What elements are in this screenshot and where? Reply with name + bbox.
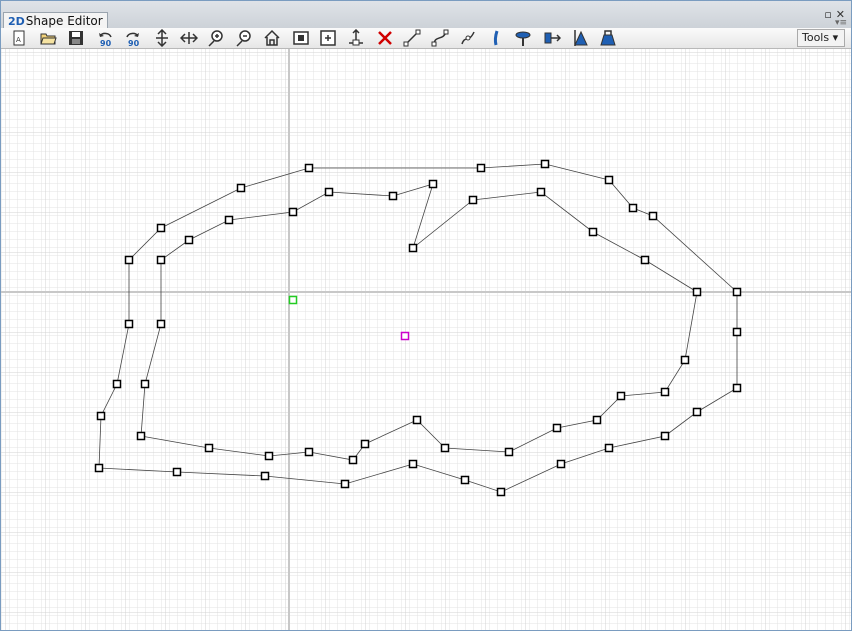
outer-vertex-handle[interactable] xyxy=(648,211,658,221)
chevron-down-icon: ▾ xyxy=(832,31,839,44)
outer-vertex-handle[interactable] xyxy=(260,471,270,481)
inner-vertex-handle[interactable] xyxy=(428,179,438,189)
inner-vertex-handle[interactable] xyxy=(588,227,598,237)
inner-vertex-handle[interactable] xyxy=(136,431,146,441)
inner-vertex-handle[interactable] xyxy=(304,447,314,457)
shape-editor-logo-icon: 2D xyxy=(8,15,25,28)
outer-vertex-handle[interactable] xyxy=(112,379,122,389)
inner-vertex-handle[interactable] xyxy=(536,187,546,197)
inner-vertex-handle[interactable] xyxy=(156,319,166,329)
inner-vertex-handle[interactable] xyxy=(468,195,478,205)
shape-editor-window: 2DShape Editor ▫ ✕ ▾≡ A 90 90 Tools ▾ xyxy=(0,0,852,631)
fit-all-icon[interactable] xyxy=(319,29,337,47)
inner-vertex-handle[interactable] xyxy=(348,455,358,465)
canvas-drawing[interactable] xyxy=(1,49,851,630)
inner-vertex-handle[interactable] xyxy=(660,387,670,397)
flip-vertical-icon[interactable] xyxy=(153,29,171,47)
inner-vertex-handle[interactable] xyxy=(692,287,702,297)
home-view-icon[interactable] xyxy=(263,29,281,47)
origin-marker[interactable] xyxy=(288,295,298,305)
inner-vertex-handle[interactable] xyxy=(552,423,562,433)
inner-vertex-handle[interactable] xyxy=(184,235,194,245)
inner-vertex-handle[interactable] xyxy=(412,415,422,425)
restore-icon[interactable]: ▫ xyxy=(824,8,831,21)
new-shape-icon[interactable]: A xyxy=(10,29,28,47)
outer-vertex-handle[interactable] xyxy=(408,459,418,469)
outer-vertex-handle[interactable] xyxy=(496,487,506,497)
smooth-curve-icon[interactable] xyxy=(459,29,477,47)
open-icon[interactable] xyxy=(39,29,57,47)
outer-vertex-handle[interactable] xyxy=(628,203,638,213)
delete-icon[interactable] xyxy=(376,29,394,47)
inner-vertex-handle[interactable] xyxy=(640,255,650,265)
inner-vertex-handle[interactable] xyxy=(360,439,370,449)
mirror-icon[interactable] xyxy=(487,29,505,47)
title-bar: 2DShape Editor ▫ ✕ ▾≡ xyxy=(1,1,851,29)
outer-vertex-handle[interactable] xyxy=(156,223,166,233)
outer-vertex-handle[interactable] xyxy=(94,463,104,473)
inner-vertex-handle[interactable] xyxy=(440,443,450,453)
svg-text:90: 90 xyxy=(128,39,140,47)
inner-vertex-handle[interactable] xyxy=(680,355,690,365)
pivot-marker[interactable] xyxy=(400,331,410,341)
shape-canvas[interactable] xyxy=(1,49,851,630)
outer-vertex-handle[interactable] xyxy=(692,407,702,417)
inner-vertex-handle[interactable] xyxy=(140,379,150,389)
outer-vertex-handle[interactable] xyxy=(604,443,614,453)
tab-shape-editor[interactable]: 2DShape Editor xyxy=(3,12,108,29)
inner-vertex-handle[interactable] xyxy=(408,243,418,253)
outer-vertex-handle[interactable] xyxy=(96,411,106,421)
tab-title: Shape Editor xyxy=(25,14,103,28)
inner-vertex-handle[interactable] xyxy=(592,415,602,425)
outer-vertex-handle[interactable] xyxy=(540,159,550,169)
inner-vertex-handle[interactable] xyxy=(156,255,166,265)
outer-vertex-handle[interactable] xyxy=(124,255,134,265)
zoom-out-icon[interactable] xyxy=(235,29,253,47)
inner-vertex-handle[interactable] xyxy=(324,187,334,197)
lathe-icon[interactable] xyxy=(571,29,589,47)
outer-vertex-handle[interactable] xyxy=(732,287,742,297)
grid xyxy=(1,49,851,630)
svg-text:90: 90 xyxy=(100,39,112,47)
flip-horizontal-icon[interactable] xyxy=(180,29,198,47)
bevel-icon[interactable] xyxy=(599,29,617,47)
curve-segment-icon[interactable] xyxy=(431,29,449,47)
inner-vertex-handle[interactable] xyxy=(388,191,398,201)
tab-menu-icon[interactable]: ▾≡ xyxy=(835,18,847,28)
fit-selection-icon[interactable] xyxy=(292,29,310,47)
outer-vertex-handle[interactable] xyxy=(304,163,314,173)
inner-vertex-handle[interactable] xyxy=(224,215,234,225)
svg-text:A: A xyxy=(16,36,21,44)
outer-vertex-handle[interactable] xyxy=(556,459,566,469)
outer-vertex-handle[interactable] xyxy=(236,183,246,193)
outer-vertex-handle[interactable] xyxy=(476,163,486,173)
inner-vertex-handle[interactable] xyxy=(288,207,298,217)
inner-vertex-handle[interactable] xyxy=(264,451,274,461)
center-pivot-icon[interactable] xyxy=(347,29,365,47)
toolbar: A 90 90 Tools ▾ xyxy=(1,28,851,49)
tools-dropdown[interactable]: Tools ▾ xyxy=(797,29,845,47)
outer-vertex-handle[interactable] xyxy=(340,479,350,489)
weld-icon[interactable] xyxy=(514,29,532,47)
outer-vertex-handle[interactable] xyxy=(460,475,470,485)
save-icon[interactable] xyxy=(67,29,85,47)
outer-vertex-handle[interactable] xyxy=(172,467,182,477)
outer-vertex-handle[interactable] xyxy=(732,327,742,337)
outer-vertex-handle[interactable] xyxy=(604,175,614,185)
straight-segment-icon[interactable] xyxy=(403,29,421,47)
outer-vertex-handle[interactable] xyxy=(124,319,134,329)
outer-vertex-handle[interactable] xyxy=(660,431,670,441)
extrude-icon[interactable] xyxy=(543,29,561,47)
zoom-in-icon[interactable] xyxy=(207,29,225,47)
inner-vertex-handle[interactable] xyxy=(616,391,626,401)
rotate-left-90-icon[interactable]: 90 xyxy=(96,29,114,47)
tools-label: Tools xyxy=(802,31,830,44)
rotate-right-90-icon[interactable]: 90 xyxy=(124,29,142,47)
outer-vertex-handle[interactable] xyxy=(732,383,742,393)
inner-vertex-handle[interactable] xyxy=(204,443,214,453)
inner-vertex-handle[interactable] xyxy=(504,447,514,457)
